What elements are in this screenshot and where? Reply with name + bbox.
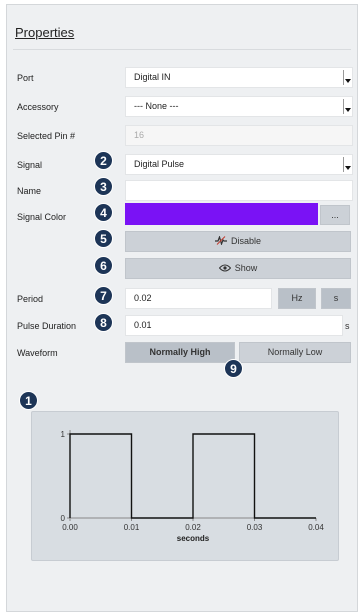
period-input[interactable]: 0.02: [125, 288, 272, 309]
callout-badge-6: 6: [94, 256, 113, 275]
period-unit-hz-button[interactable]: Hz: [278, 288, 316, 309]
panel-title: Properties: [15, 25, 75, 40]
pulse-series-line: [69, 433, 316, 519]
callout-badge-9: 9: [224, 359, 243, 378]
normally-low-button[interactable]: Normally Low: [239, 342, 351, 363]
signal-wave-icon: [214, 235, 227, 246]
accessory-select-value: --- None ---: [134, 101, 179, 111]
accessory-label: Accessory: [17, 102, 59, 112]
x-tick-label: 0.02: [185, 523, 201, 532]
x-tick-label: 0.01: [124, 523, 140, 532]
waveform-chart-svg: 0.00 0.01 0.02 0.03 0.04 0 1 seconds: [61, 430, 324, 543]
signal-color-label: Signal Color: [17, 212, 67, 222]
y-tick-label: 0: [61, 514, 66, 523]
disable-button[interactable]: Disable: [125, 231, 351, 252]
y-tick-label: 1: [61, 430, 66, 439]
x-tick-label: 0.04: [308, 523, 324, 532]
title-divider: [13, 49, 351, 50]
callout-badge-2: 2: [94, 151, 113, 170]
port-select-value: Digital IN: [134, 72, 171, 82]
disable-button-label: Disable: [230, 236, 261, 246]
accessory-select[interactable]: --- None ---: [125, 96, 353, 117]
x-tick-label: 0.00: [62, 523, 78, 532]
eye-icon: [218, 264, 231, 272]
name-label: Name: [17, 186, 42, 196]
show-button[interactable]: Show: [125, 258, 351, 279]
signal-select-value: Digital Pulse: [134, 159, 185, 169]
x-tick-label: 0.03: [247, 523, 263, 532]
port-select[interactable]: Digital IN: [125, 67, 353, 88]
x-axis-title: seconds: [177, 534, 210, 543]
name-input[interactable]: [125, 180, 353, 201]
callout-badge-1: 1: [19, 391, 38, 410]
signal-color-swatch[interactable]: [125, 203, 318, 225]
pulse-duration-label: Pulse Duration: [17, 321, 77, 331]
signal-label: Signal: [17, 160, 43, 170]
signal-select[interactable]: Digital Pulse: [125, 154, 353, 175]
pulse-duration-input[interactable]: 0.01: [125, 315, 343, 336]
waveform-chart: 0.00 0.01 0.02 0.03 0.04 0 1 seconds: [31, 411, 339, 561]
callout-badge-3: 3: [94, 177, 113, 196]
chevron-down-icon[interactable]: [343, 70, 351, 85]
period-unit-s-button[interactable]: s: [321, 288, 351, 309]
color-picker-button[interactable]: ...: [320, 205, 350, 225]
port-label: Port: [17, 73, 34, 83]
show-button-label: Show: [234, 263, 258, 273]
pulse-duration-unit: s: [345, 321, 350, 331]
normally-high-button[interactable]: Normally High: [125, 342, 235, 363]
callout-badge-4: 4: [94, 203, 113, 222]
chevron-down-icon[interactable]: [343, 99, 351, 114]
chevron-down-icon[interactable]: [343, 157, 351, 172]
callout-badge-5: 5: [94, 229, 113, 248]
callout-badge-8: 8: [94, 313, 113, 332]
callout-badge-7: 7: [94, 286, 113, 305]
properties-panel: Properties Port Digital IN Accessory ---…: [6, 4, 358, 612]
waveform-label: Waveform: [17, 348, 58, 358]
selected-pin-field: 16: [125, 125, 353, 146]
period-label: Period: [17, 294, 44, 304]
selected-pin-label: Selected Pin #: [17, 131, 76, 141]
